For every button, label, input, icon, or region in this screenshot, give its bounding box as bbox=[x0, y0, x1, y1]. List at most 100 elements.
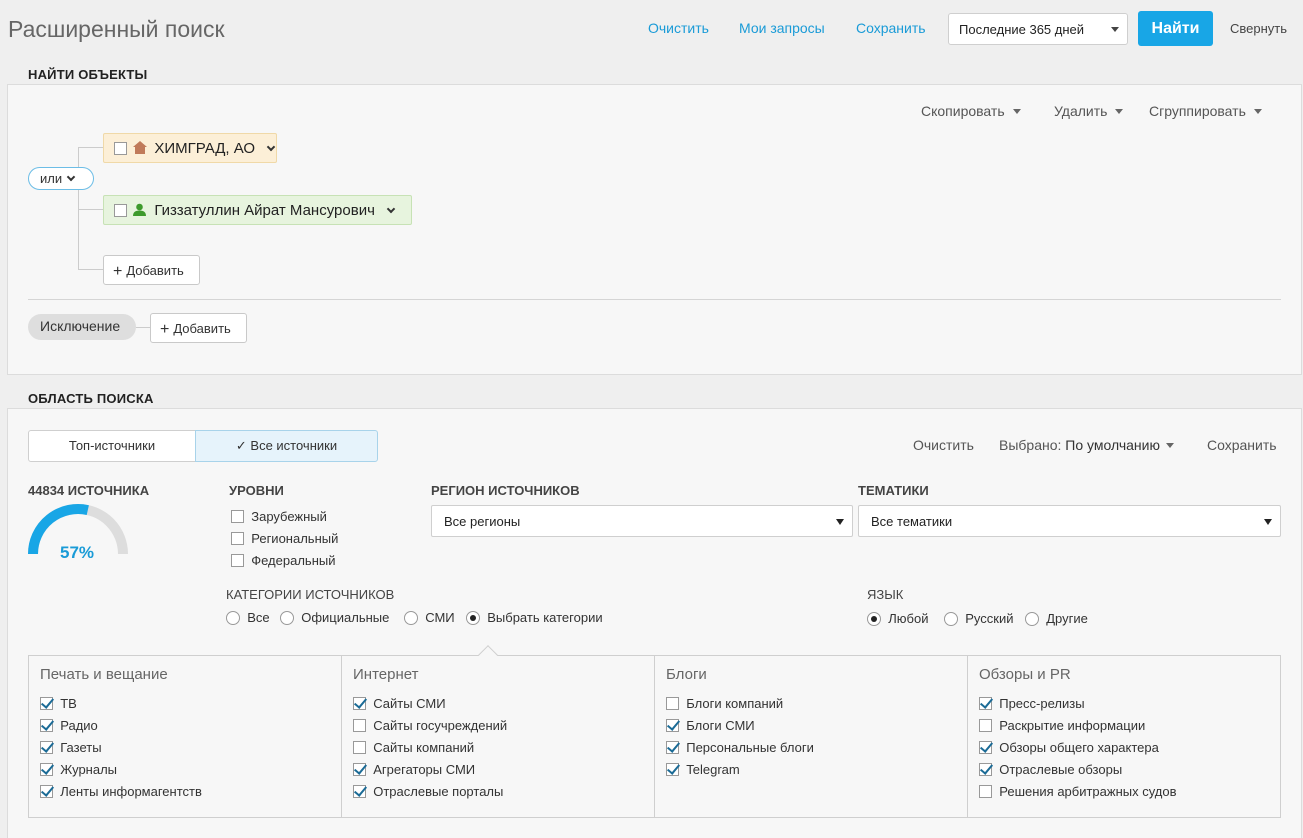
checkbox[interactable] bbox=[666, 741, 679, 754]
checkbox[interactable] bbox=[40, 763, 53, 776]
radio[interactable] bbox=[404, 611, 418, 625]
collapse-link[interactable]: Свернуть bbox=[1230, 21, 1287, 36]
level-option[interactable]: Федеральный bbox=[231, 553, 335, 568]
category-item[interactable]: Блоги СМИ bbox=[666, 718, 755, 733]
category-item[interactable]: Раскрытие информации bbox=[979, 718, 1145, 733]
operator-dropdown[interactable]: или bbox=[28, 167, 94, 190]
checkbox[interactable] bbox=[40, 719, 53, 732]
period-select[interactable]: Последние 365 дней bbox=[948, 13, 1128, 45]
checkbox[interactable] bbox=[979, 763, 992, 776]
checkbox[interactable] bbox=[353, 741, 366, 754]
category-item[interactable]: ТВ bbox=[40, 696, 77, 711]
item-label: Telegram bbox=[686, 762, 740, 777]
tree-connector bbox=[78, 147, 79, 168]
category-item[interactable]: Отраслевые порталы bbox=[353, 784, 503, 799]
language-title: ЯЗЫК bbox=[867, 587, 904, 602]
copy-dropdown[interactable]: Скопировать bbox=[921, 103, 1021, 119]
checkbox[interactable] bbox=[979, 785, 992, 798]
category-item[interactable]: Газеты bbox=[40, 740, 102, 755]
region-select[interactable]: Все регионы bbox=[431, 505, 853, 537]
add-exclusion-button[interactable]: + Добавить bbox=[150, 313, 247, 343]
category-item[interactable]: Telegram bbox=[666, 762, 740, 777]
item-label: Радио bbox=[60, 718, 98, 733]
checkbox[interactable] bbox=[231, 510, 244, 523]
item-label: Решения арбитражных судов bbox=[999, 784, 1177, 799]
language-radio-other[interactable]: Другие bbox=[1025, 611, 1088, 626]
item-label: Сайты компаний bbox=[373, 740, 475, 755]
radio[interactable] bbox=[280, 611, 294, 625]
checkbox[interactable] bbox=[353, 697, 366, 710]
category-radio-media[interactable]: СМИ bbox=[404, 610, 455, 625]
categories-title: КАТЕГОРИИ ИСТОЧНИКОВ bbox=[226, 587, 395, 602]
my-queries-link[interactable]: Мои запросы bbox=[739, 20, 825, 36]
add-object-button[interactable]: + Добавить bbox=[103, 255, 200, 285]
category-item[interactable]: Персональные блоги bbox=[666, 740, 814, 755]
radio[interactable] bbox=[944, 612, 958, 626]
radio[interactable] bbox=[466, 611, 480, 625]
delete-dropdown[interactable]: Удалить bbox=[1054, 103, 1124, 119]
checkbox[interactable] bbox=[666, 719, 679, 732]
caret-down-icon bbox=[1111, 27, 1119, 32]
category-item[interactable]: Ленты информагентств bbox=[40, 784, 202, 799]
category-item[interactable]: Радио bbox=[40, 718, 98, 733]
topics-select[interactable]: Все тематики bbox=[858, 505, 1281, 537]
level-label: Федеральный bbox=[251, 553, 336, 568]
object-checkbox[interactable] bbox=[114, 142, 127, 155]
category-item[interactable]: Сайты госучреждений bbox=[353, 718, 507, 733]
find-button[interactable]: Найти bbox=[1138, 11, 1213, 46]
area-clear-link[interactable]: Очистить bbox=[913, 437, 974, 453]
tab-top-sources[interactable]: Топ-источники bbox=[28, 430, 196, 462]
category-item[interactable]: Пресс-релизы bbox=[979, 696, 1085, 711]
category-item[interactable]: Сайты СМИ bbox=[353, 696, 446, 711]
category-radio-custom[interactable]: Выбрать категории bbox=[466, 610, 603, 625]
category-item[interactable]: Блоги компаний bbox=[666, 696, 783, 711]
checkbox[interactable] bbox=[40, 697, 53, 710]
group-label: Сгруппировать bbox=[1149, 103, 1246, 119]
checkbox[interactable] bbox=[979, 697, 992, 710]
topics-title: ТЕМАТИКИ bbox=[858, 483, 929, 498]
checkbox[interactable] bbox=[979, 719, 992, 732]
object-tag-company[interactable]: ХИМГРАД, АО bbox=[103, 133, 277, 163]
caret-down-icon bbox=[1264, 519, 1272, 525]
chevron-down-icon bbox=[66, 172, 76, 182]
tree-connector bbox=[78, 269, 103, 270]
level-option[interactable]: Зарубежный bbox=[231, 509, 327, 524]
chevron-down-icon[interactable] bbox=[386, 204, 396, 214]
group-dropdown[interactable]: Сгруппировать bbox=[1149, 103, 1262, 119]
checkbox[interactable] bbox=[979, 741, 992, 754]
clear-link[interactable]: Очистить bbox=[648, 20, 709, 36]
checkbox[interactable] bbox=[666, 697, 679, 710]
tab-all-sources[interactable]: ✓ Все источники bbox=[195, 430, 378, 462]
language-radio-russian[interactable]: Русский bbox=[944, 611, 1013, 626]
checkbox[interactable] bbox=[231, 554, 244, 567]
category-radio-official[interactable]: Официальные bbox=[280, 610, 389, 625]
object-checkbox[interactable] bbox=[114, 204, 127, 217]
selected-preset[interactable]: Выбрано: По умолчанию bbox=[999, 437, 1174, 453]
category-item[interactable]: Журналы bbox=[40, 762, 117, 777]
radio[interactable] bbox=[1025, 612, 1039, 626]
checkbox[interactable] bbox=[231, 532, 244, 545]
category-item[interactable]: Сайты компаний bbox=[353, 740, 474, 755]
area-save-link[interactable]: Сохранить bbox=[1207, 437, 1277, 453]
radio[interactable] bbox=[867, 612, 881, 626]
chevron-down-icon[interactable] bbox=[267, 142, 276, 152]
checkbox[interactable] bbox=[666, 763, 679, 776]
category-item[interactable]: Обзоры общего характера bbox=[979, 740, 1159, 755]
checkbox[interactable] bbox=[353, 785, 366, 798]
radio[interactable] bbox=[226, 611, 240, 625]
category-group-reviews: Обзоры и PR Пресс-релизы Раскрытие инфор… bbox=[968, 656, 1280, 817]
object-tag-person[interactable]: Гиззатуллин Айрат Мансурович bbox=[103, 195, 412, 225]
caret-down-icon bbox=[836, 519, 844, 525]
checkbox[interactable] bbox=[40, 741, 53, 754]
category-item[interactable]: Отраслевые обзоры bbox=[979, 762, 1122, 777]
checkbox[interactable] bbox=[353, 763, 366, 776]
language-radio-any[interactable]: Любой bbox=[867, 611, 928, 626]
checkbox[interactable] bbox=[40, 785, 53, 798]
checkbox[interactable] bbox=[353, 719, 366, 732]
level-option[interactable]: Региональный bbox=[231, 531, 338, 546]
category-item[interactable]: Агрегаторы СМИ bbox=[353, 762, 475, 777]
category-item[interactable]: Решения арбитражных судов bbox=[979, 784, 1177, 799]
item-label: Пресс-релизы bbox=[999, 696, 1085, 711]
save-link[interactable]: Сохранить bbox=[856, 20, 926, 36]
category-radio-all[interactable]: Все bbox=[226, 610, 270, 625]
